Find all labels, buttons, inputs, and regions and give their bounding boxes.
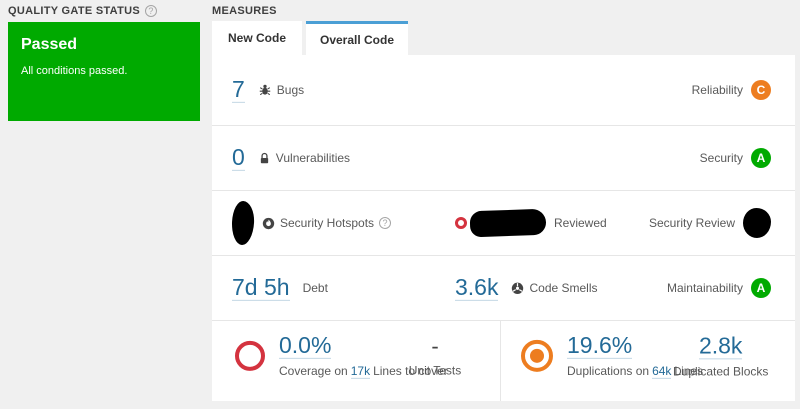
duplications-ring-icon bbox=[521, 340, 553, 373]
quality-gate-header: QUALITY GATE STATUS ? bbox=[8, 5, 157, 17]
tab-overall-code-label: Overall Code bbox=[319, 32, 395, 47]
redacted-hotspots-value bbox=[230, 200, 256, 246]
duplications-label-prefix: Duplications on bbox=[567, 364, 650, 379]
security-hotspot-icon bbox=[262, 217, 275, 230]
security-review-label: Security Review bbox=[648, 216, 735, 230]
bug-icon bbox=[258, 83, 272, 97]
tab-overall-code[interactable]: Overall Code bbox=[306, 21, 408, 55]
security-label: Security bbox=[699, 151, 743, 165]
security-hotspots-row: Security Hotspots ? Reviewed Security Re… bbox=[212, 190, 795, 255]
code-smells-label: Code Smells bbox=[529, 280, 598, 295]
duplications-cell: 19.6% Duplications on 64k Lines 2.8k Dup… bbox=[500, 321, 795, 401]
measures-panel: 7 Bugs Reliability C 0 Vulnerabilities S… bbox=[212, 55, 795, 401]
redacted-reviewed-value bbox=[469, 208, 547, 238]
duplicated-blocks-label: Duplicated Blocks bbox=[673, 364, 769, 379]
coverage-ring-icon bbox=[235, 341, 265, 372]
redacted-security-review-rating bbox=[743, 208, 771, 238]
tab-new-code[interactable]: New Code bbox=[212, 21, 302, 55]
bugs-row: 7 Bugs Reliability C bbox=[212, 55, 795, 125]
help-icon[interactable]: ? bbox=[379, 217, 392, 229]
duplications-value-link[interactable]: 19.6% bbox=[567, 332, 633, 360]
reviewed-rating-ring bbox=[455, 217, 467, 229]
bugs-value-link[interactable]: 7 bbox=[232, 76, 245, 104]
coverage-label-prefix: Coverage on bbox=[279, 364, 348, 379]
measures-header: MEASURES bbox=[212, 5, 277, 17]
debt-value-link[interactable]: 7d 5h bbox=[232, 274, 290, 302]
quality-gate-status-panel: Passed All conditions passed. bbox=[8, 22, 200, 121]
duplicated-blocks-value-link[interactable]: 2.8k bbox=[698, 333, 743, 360]
coverage-duplications-row: 0.0% Coverage on 17k Lines to cover - Un… bbox=[212, 320, 795, 401]
measures-title: MEASURES bbox=[212, 5, 277, 17]
coverage-value-link[interactable]: 0.0% bbox=[279, 332, 332, 360]
debt-label: Debt bbox=[302, 280, 328, 295]
vulnerabilities-label: Vulnerabilities bbox=[275, 150, 351, 165]
reliability-label: Reliability bbox=[691, 83, 743, 97]
unit-tests-value: - bbox=[431, 333, 439, 359]
unit-tests-label: Unit Tests bbox=[408, 363, 462, 378]
lock-icon bbox=[258, 151, 271, 164]
quality-gate-status: Passed bbox=[21, 36, 78, 53]
bugs-label: Bugs bbox=[276, 82, 305, 97]
vulnerabilities-row: 0 Vulnerabilities Security A bbox=[212, 125, 795, 190]
security-rating-badge[interactable]: A bbox=[751, 148, 771, 168]
vulnerabilities-value-link[interactable]: 0 bbox=[232, 144, 245, 172]
maintainability-row: 7d 5h Debt 3.6k Code Smells Maintainabil… bbox=[212, 255, 795, 320]
help-icon[interactable]: ? bbox=[145, 5, 157, 17]
security-hotspots-label: Security Hotspots bbox=[280, 216, 375, 230]
tab-new-code-label: New Code bbox=[227, 31, 286, 45]
quality-gate-title: QUALITY GATE STATUS bbox=[8, 5, 140, 17]
quality-gate-message: All conditions passed. bbox=[21, 65, 128, 77]
maintainability-rating-badge[interactable]: A bbox=[751, 278, 771, 298]
coverage-cell: 0.0% Coverage on 17k Lines to cover - Un… bbox=[212, 321, 500, 401]
code-smells-value-link[interactable]: 3.6k bbox=[455, 274, 499, 302]
maintainability-label: Maintainability bbox=[666, 281, 743, 295]
reviewed-label: Reviewed bbox=[554, 216, 607, 230]
lines-to-cover-link[interactable]: 17k bbox=[350, 364, 371, 380]
duplicated-lines-link[interactable]: 64k bbox=[652, 364, 672, 380]
reliability-rating-badge[interactable]: C bbox=[751, 80, 771, 100]
code-smell-icon bbox=[511, 281, 524, 294]
